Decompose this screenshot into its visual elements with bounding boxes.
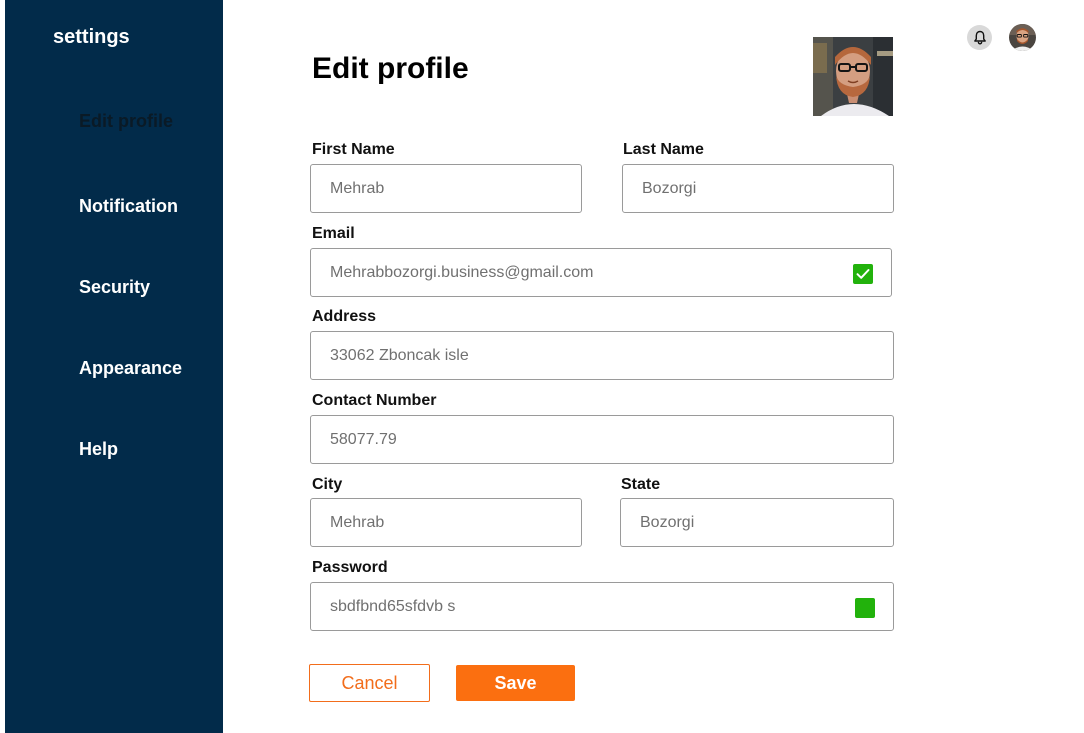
contact-number-label: Contact Number xyxy=(312,392,437,409)
sidebar-item-edit-profile[interactable]: Edit profile xyxy=(79,111,173,132)
address-label: Address xyxy=(312,308,377,325)
contact-number-field-wrapper xyxy=(310,415,894,464)
city-label: City xyxy=(312,476,343,493)
last-name-field[interactable] xyxy=(623,165,893,212)
city-field-wrapper xyxy=(310,498,582,547)
first-name-field[interactable] xyxy=(311,165,581,212)
password-label: Password xyxy=(312,559,388,576)
password-toggle-checkbox[interactable] xyxy=(855,598,875,618)
state-field[interactable] xyxy=(621,499,893,546)
bell-icon xyxy=(973,30,986,45)
cancel-button[interactable]: Cancel xyxy=(309,664,430,702)
sidebar: settings Edit profile Notification Secur… xyxy=(5,0,223,733)
contact-number-field[interactable] xyxy=(311,416,893,463)
first-name-field-wrapper xyxy=(310,164,582,213)
profile-photo[interactable] xyxy=(813,37,893,116)
address-field[interactable] xyxy=(311,332,893,379)
save-button[interactable]: Save xyxy=(456,665,575,701)
address-field-wrapper xyxy=(310,331,894,380)
state-field-wrapper xyxy=(620,498,894,547)
email-field[interactable] xyxy=(311,249,891,296)
page-title: Edit profile xyxy=(312,52,469,85)
notification-button[interactable] xyxy=(967,25,992,50)
email-verified-checkbox[interactable] xyxy=(853,264,873,284)
last-name-label: Last Name xyxy=(623,141,704,158)
checkmark-icon xyxy=(856,269,870,279)
sidebar-item-security[interactable]: Security xyxy=(79,277,150,298)
password-field-wrapper xyxy=(310,582,894,631)
sidebar-item-notification[interactable]: Notification xyxy=(79,196,178,217)
password-field[interactable] xyxy=(311,583,893,630)
email-field-wrapper xyxy=(310,248,892,297)
avatar[interactable] xyxy=(1009,24,1036,51)
email-label: Email xyxy=(312,225,355,242)
sidebar-item-appearance[interactable]: Appearance xyxy=(79,358,182,379)
first-name-label: First Name xyxy=(312,141,395,158)
state-label: State xyxy=(621,476,661,493)
city-field[interactable] xyxy=(311,499,581,546)
sidebar-title: settings xyxy=(53,26,130,48)
last-name-field-wrapper xyxy=(622,164,894,213)
sidebar-item-help[interactable]: Help xyxy=(79,439,118,460)
